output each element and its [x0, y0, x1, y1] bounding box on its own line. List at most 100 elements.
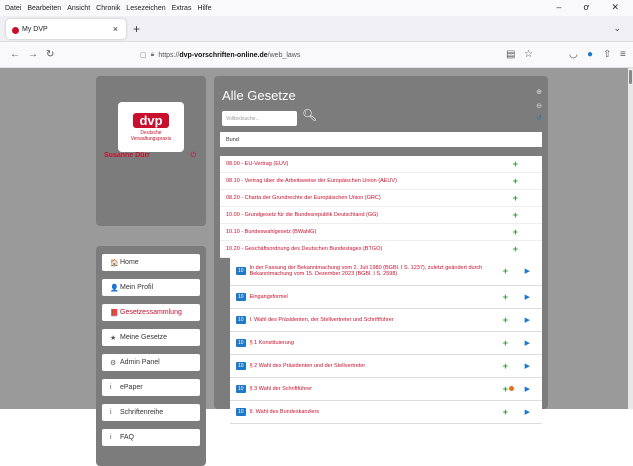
menu-ansicht[interactable]: Ansicht — [67, 5, 90, 12]
browser-tab[interactable]: My DVP × — [6, 19, 126, 39]
tab-close-icon[interactable]: × — [113, 24, 118, 34]
share-icon[interactable]: ⇧ — [603, 49, 611, 60]
reset-icon[interactable]: ↺ — [536, 114, 542, 122]
menu-item-meine-gesetze[interactable]: ★ Meine Gesetze — [102, 329, 200, 346]
section-title: II. Wahl des Bundeskanzlers — [249, 409, 320, 415]
plus-icon[interactable]: + — [513, 193, 518, 203]
plus-icon[interactable]: + — [513, 244, 518, 254]
tab-bar: My DVP × + ⌄ — [0, 16, 633, 42]
bookmark-star-icon[interactable]: ☆ — [524, 49, 533, 60]
left-column: dvp Deutsche Verwaltungspraxis Susanne D… — [96, 76, 206, 466]
tab-title: My DVP — [22, 25, 48, 33]
open-icon[interactable]: ▶ — [525, 339, 530, 347]
plus-icon[interactable]: + — [513, 176, 518, 186]
url-prefix: https:// — [158, 51, 180, 59]
menu-hilfe[interactable]: Hilfe — [197, 5, 211, 12]
open-icon[interactable]: ▶ — [525, 267, 530, 275]
menu-chronik[interactable]: Chronik — [96, 5, 120, 12]
open-icon[interactable]: ▶ — [525, 293, 530, 301]
zoom-in-icon[interactable]: ⊕ — [536, 88, 542, 96]
user-name: Susanne Dürr — [104, 152, 150, 159]
menu-item-faq[interactable]: i FAQ — [102, 429, 200, 446]
section-badge: 10 — [236, 385, 246, 393]
open-icon[interactable]: ▶ — [525, 408, 530, 416]
open-icon[interactable]: ▶ — [525, 362, 530, 370]
plus-icon[interactable]: + — [513, 159, 518, 169]
section-row[interactable]: 10 Eingangsformel + ▶ — [230, 286, 542, 309]
section-badge: 10 — [236, 408, 246, 416]
section-row[interactable]: 10 § 1 Konstituierung + ▶ — [230, 332, 542, 355]
law-title: 08.10 - Vertrag über die Arbeitsweise de… — [226, 178, 397, 184]
info-icon: i — [110, 384, 112, 391]
section-row[interactable]: 10 I. Wahl des Präsidenten, der Stellvert… — [230, 309, 542, 332]
plus-icon[interactable]: + — [503, 315, 508, 325]
plus-icon[interactable]: + — [503, 361, 508, 371]
section-row[interactable]: 10 § 2 Wahl des Präsidenten und der Stell… — [230, 355, 542, 378]
menu-bearbeiten[interactable]: Bearbeiten — [27, 5, 61, 12]
open-icon[interactable]: ▶ — [525, 385, 530, 393]
law-item[interactable]: 10.00 - Grundgesetz für die Bundesrepubl… — [220, 207, 542, 224]
forward-icon[interactable]: → — [28, 49, 38, 60]
dvp-logo[interactable]: dvp Deutsche Verwaltungspraxis — [118, 102, 184, 152]
law-item[interactable]: 08.20 - Charta der Grundrechte der Europ… — [220, 190, 542, 207]
plus-icon[interactable]: + — [503, 266, 508, 276]
back-icon[interactable]: ← — [10, 49, 20, 60]
window-controls: – ơ ✕ — [557, 2, 625, 13]
law-title: 10.20 - Geschäftsordnung des Deutschen B… — [226, 246, 383, 252]
info-icon: i — [110, 434, 112, 441]
law-item[interactable]: 08.10 - Vertrag über die Arbeitsweise de… — [220, 173, 542, 190]
menu-datei[interactable]: Datei — [5, 5, 21, 12]
menu-item-profil[interactable]: 👤 Mein Profil — [102, 279, 200, 296]
menu-item-epaper[interactable]: i ePaper — [102, 379, 200, 396]
favicon-icon — [12, 27, 19, 34]
open-icon[interactable]: ▶ — [525, 316, 530, 324]
close-window-button[interactable]: ✕ — [611, 2, 619, 13]
tab-list-chevron-icon[interactable]: ⌄ — [613, 23, 621, 34]
law-item[interactable]: 08.00 - EU-Vertrag (EUV) + — [220, 156, 542, 173]
scrollbar-thumb[interactable] — [629, 70, 632, 84]
pocket-icon[interactable]: ◡ — [569, 49, 578, 60]
section-row[interactable]: 10 II. Wahl des Bundeskanzlers + ▶ — [230, 401, 542, 424]
zoom-out-icon[interactable]: ⊖ — [536, 102, 542, 110]
laws-panel: Alle Gesetze Volltextsuche... 🔍︎ ⊕ ⊖ ↺ B… — [214, 76, 548, 424]
menu-item-home[interactable]: 🏠 Home — [102, 254, 200, 271]
menu-item-label: Schriftenreihe — [120, 409, 164, 416]
reader-icon[interactable]: ▤ — [506, 49, 515, 60]
law-item[interactable]: 10.10 - Bundeswahlgesetz (BWahlG) + — [220, 224, 542, 241]
menu-item-label: Mein Profil — [120, 284, 154, 291]
lock-icon: 🔒︎ — [150, 51, 155, 58]
page-scrollbar[interactable] — [628, 68, 633, 409]
hamburger-menu-icon[interactable]: ≡ — [620, 49, 626, 60]
section-row[interactable]: 10 § 3 Wahl der Schriftführer + ▶ — [230, 378, 542, 401]
plus-icon[interactable]: + — [513, 227, 518, 237]
menu-item-label: Admin Panel — [120, 359, 160, 366]
minimize-button[interactable]: – — [557, 2, 562, 13]
law-list: 08.00 - EU-Vertrag (EUV) + 08.10 - Vertra… — [220, 156, 542, 258]
menu-extras[interactable]: Extras — [172, 5, 192, 12]
address-bar[interactable]: ▢ 🔒︎ https://dvp-vorschriften-online.de /… — [140, 46, 440, 64]
plus-icon[interactable]: + — [513, 210, 518, 220]
section-row[interactable]: 10 In der Fassung der Bekanntmachung vom … — [230, 256, 542, 286]
category-bund[interactable]: Bund — [220, 132, 542, 147]
section-title: § 3 Wahl der Schriftführer — [249, 386, 313, 392]
new-tab-button[interactable]: + — [133, 22, 140, 36]
note-dot-icon[interactable] — [509, 386, 514, 391]
reload-icon[interactable]: ↻ — [46, 49, 54, 60]
search-input[interactable]: Volltextsuche... — [222, 111, 297, 126]
plus-icon[interactable]: + — [503, 384, 508, 394]
menu-item-admin-panel[interactable]: ⚙ Admin Panel — [102, 354, 200, 371]
plus-icon[interactable]: + — [503, 292, 508, 302]
search-icon[interactable]: 🔍︎ — [302, 108, 317, 122]
section-badge: 10 — [236, 293, 246, 301]
logout-icon[interactable]: ⏻ — [190, 152, 196, 160]
section-list: 10 In der Fassung der Bekanntmachung vom … — [230, 256, 542, 424]
menu-item-gesetzessammlung[interactable]: 📕 Gesetzessammlung — [102, 304, 200, 321]
maximize-button[interactable]: ơ — [584, 2, 590, 13]
logo-subtitle-line2: Verwaltungspraxis — [130, 135, 172, 142]
menu-item-schriftenreihe[interactable]: i Schriftenreihe — [102, 404, 200, 421]
plus-icon[interactable]: + — [503, 338, 508, 348]
menu-lesezeichen[interactable]: Lesezeichen — [126, 5, 165, 12]
extension-icon[interactable]: ● — [587, 49, 593, 60]
menu-item-label: FAQ — [120, 434, 135, 441]
page-title: Alle Gesetze — [222, 88, 296, 103]
